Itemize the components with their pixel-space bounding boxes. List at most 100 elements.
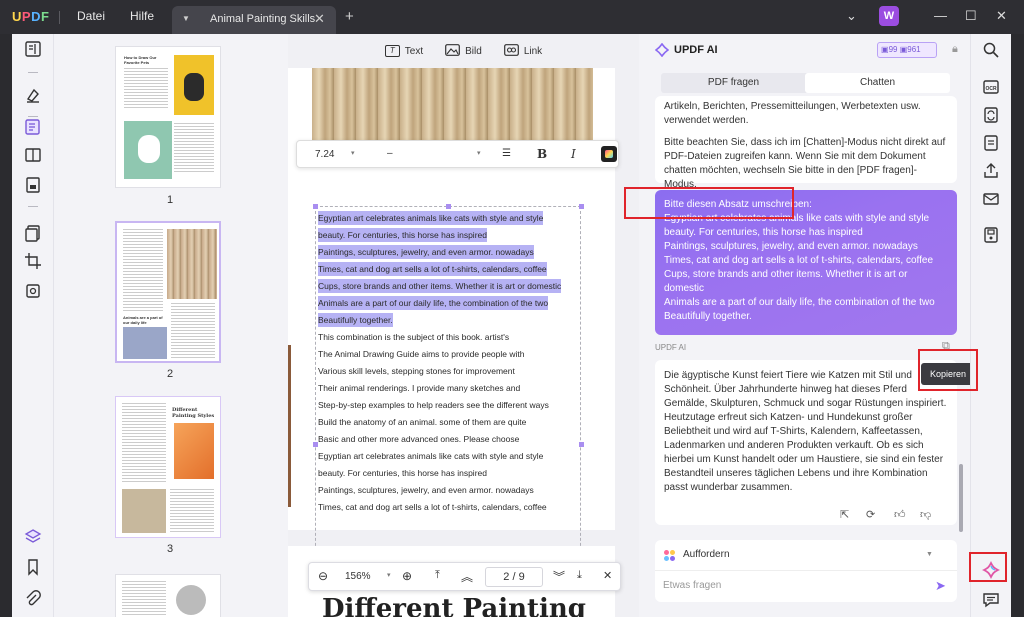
text-line[interactable]: Basic and other more advanced ones. Plea… <box>318 432 519 446</box>
chevron-down-icon[interactable]: ⌄ <box>846 8 857 24</box>
next-page-icon[interactable]: ︾ <box>553 568 565 585</box>
ask-input[interactable]: Etwas fragen <box>663 580 721 591</box>
share-icon[interactable] <box>982 162 1000 180</box>
crop-icon[interactable] <box>24 252 42 270</box>
text-line[interactable]: Build the anatomy of an animal. some of … <box>318 415 526 429</box>
text-line[interactable]: Paintings, sculptures, jewelry, and even… <box>318 483 534 497</box>
last-page-icon[interactable]: ⤓ <box>577 569 582 582</box>
form-icon[interactable] <box>24 176 42 194</box>
avatar[interactable]: W <box>879 6 899 26</box>
page-tools-icon[interactable] <box>24 224 42 242</box>
document-tab[interactable]: ▼ Animal Painting Skills ✕ <box>172 6 336 34</box>
font-size-select[interactable]: 7.24 <box>315 149 334 160</box>
main-frame: How to Draw Our Favorite Pets 1 Animals … <box>12 34 1011 617</box>
resize-handle[interactable] <box>313 204 318 209</box>
thumbnail-page-4[interactable] <box>115 574 221 617</box>
text-line-selected[interactable]: beauty. For centuries, this horse has in… <box>318 228 487 242</box>
thumbnail-page-2[interactable]: Animals are a part of our daily life <box>115 221 221 363</box>
resize-handle[interactable] <box>446 204 451 209</box>
scrollbar[interactable] <box>959 464 963 532</box>
prev-page-icon[interactable]: ︽ <box>461 568 473 585</box>
comment-list-icon[interactable] <box>982 591 1000 609</box>
search-icon[interactable] <box>982 41 1000 59</box>
color-picker-icon[interactable] <box>601 146 617 162</box>
prompt-mode-select[interactable]: Auffordern <box>683 549 730 560</box>
brushes-photo <box>167 229 217 299</box>
align-icon[interactable]: ☰ <box>502 148 511 159</box>
lock-icon[interactable]: 🔒︎ <box>952 43 958 56</box>
new-tab-icon[interactable]: + <box>345 8 354 25</box>
italic-icon[interactable]: I <box>571 147 576 161</box>
text-line[interactable]: Various skill levels, stepping stones fo… <box>318 364 515 378</box>
text-line-selected[interactable]: Animals are a part of our daily life, th… <box>318 296 549 310</box>
thumbnail-page-3[interactable]: Different Painting Styles <box>115 396 221 538</box>
maximize-icon[interactable]: ☐ <box>965 8 977 24</box>
resize-handle[interactable] <box>579 442 584 447</box>
chevron-down-icon[interactable]: ▾ <box>477 149 481 157</box>
page-edge-image <box>288 345 291 507</box>
organize-pages-icon[interactable] <box>24 146 42 164</box>
mail-icon[interactable] <box>982 190 1000 208</box>
updf-ai-logo-icon <box>654 42 670 58</box>
protect-icon[interactable] <box>24 282 42 300</box>
zoom-in-icon[interactable]: ⊕ <box>402 569 412 583</box>
text-line[interactable]: beauty. For centuries, this horse has in… <box>318 466 487 480</box>
text-line-selected[interactable]: Cups, store brands and other items. Whet… <box>318 279 562 293</box>
minimize-icon[interactable]: — <box>934 8 947 23</box>
text-line-selected[interactable]: Egyptian art celebrates animals like cat… <box>318 211 544 225</box>
comment-icon[interactable] <box>24 86 42 104</box>
tab-caret-icon[interactable]: ▼ <box>182 14 190 23</box>
tab-pdf-fragen[interactable]: PDF fragen <box>661 73 806 93</box>
attachment-icon[interactable] <box>24 590 42 608</box>
zoom-level[interactable]: 156% <box>345 571 371 582</box>
tab-close-icon[interactable]: ✕ <box>314 11 325 27</box>
font-family-select[interactable]: – <box>387 148 393 159</box>
ocr-icon[interactable]: OCR <box>982 78 1000 96</box>
thumbs-down-icon[interactable]: 👎︎ <box>920 508 931 521</box>
credit-badge[interactable]: ▣99 ▣961 <box>877 42 937 58</box>
save-icon[interactable] <box>982 226 1000 244</box>
close-window-icon[interactable]: ✕ <box>996 8 1007 24</box>
chevron-down-icon[interactable]: ▾ <box>351 149 355 157</box>
page-number-input[interactable]: 2 / 9 <box>485 567 543 587</box>
reader-icon[interactable] <box>24 40 42 58</box>
thumbs-up-icon[interactable]: 👍︎ <box>894 508 906 521</box>
text-line[interactable]: Egyptian art celebrates animals like cat… <box>318 449 543 463</box>
menu-datei[interactable]: Datei <box>77 9 105 23</box>
text-line[interactable]: Times, cat and dog art sells a lot of t-… <box>318 500 547 514</box>
send-icon[interactable]: ➤ <box>935 578 946 594</box>
sender-label: UPDF AI <box>655 343 687 352</box>
text-line[interactable]: Their animal renderings. I provide many … <box>318 381 520 395</box>
bold-icon[interactable]: B <box>537 147 547 161</box>
regenerate-icon[interactable]: ⟳ <box>866 508 875 521</box>
dog-illustration <box>124 121 172 179</box>
batch-icon[interactable] <box>982 134 1000 152</box>
link-tool-button[interactable]: Link <box>503 43 542 59</box>
convert-icon[interactable] <box>982 106 1000 124</box>
text-line[interactable]: The Animal Drawing Guide aims to provide… <box>318 347 524 361</box>
thumbnail-page-1[interactable]: How to Draw Our Favorite Pets <box>115 46 221 188</box>
tab-title: Animal Painting Skills <box>210 13 316 25</box>
text-line[interactable]: Step-by-step examples to help readers se… <box>318 398 549 412</box>
text-line[interactable]: This combination is the subject of this … <box>318 330 509 344</box>
edit-pdf-icon[interactable] <box>24 118 42 136</box>
layers-icon[interactable] <box>24 528 42 546</box>
link-tool-icon <box>503 43 519 59</box>
tab-chatten[interactable]: Chatten <box>805 73 950 93</box>
first-page-icon[interactable]: ⤒ <box>435 569 440 582</box>
share-icon[interactable]: ⇱ <box>840 508 849 521</box>
image-tool-button[interactable]: Bild <box>445 43 482 59</box>
chevron-down-icon[interactable]: ▾ <box>387 571 391 579</box>
thumbnail-panel: How to Draw Our Favorite Pets 1 Animals … <box>55 34 288 617</box>
text-line-selected[interactable]: Beautifully together. <box>318 313 393 327</box>
chevron-down-icon[interactable]: ▼ <box>926 551 933 558</box>
resize-handle[interactable] <box>579 204 584 209</box>
close-icon[interactable]: ✕ <box>603 569 612 582</box>
text-tool-button[interactable]: T Text <box>384 45 423 57</box>
thumbnail-text <box>171 303 215 359</box>
text-line-selected[interactable]: Times, cat and dog art sells a lot of t-… <box>318 262 547 276</box>
text-line-selected[interactable]: Paintings, sculptures, jewelry, and even… <box>318 245 534 259</box>
zoom-out-icon[interactable]: ⊖ <box>318 569 328 583</box>
menu-hilfe[interactable]: Hilfe <box>130 9 154 23</box>
bookmark-icon[interactable] <box>24 558 42 576</box>
